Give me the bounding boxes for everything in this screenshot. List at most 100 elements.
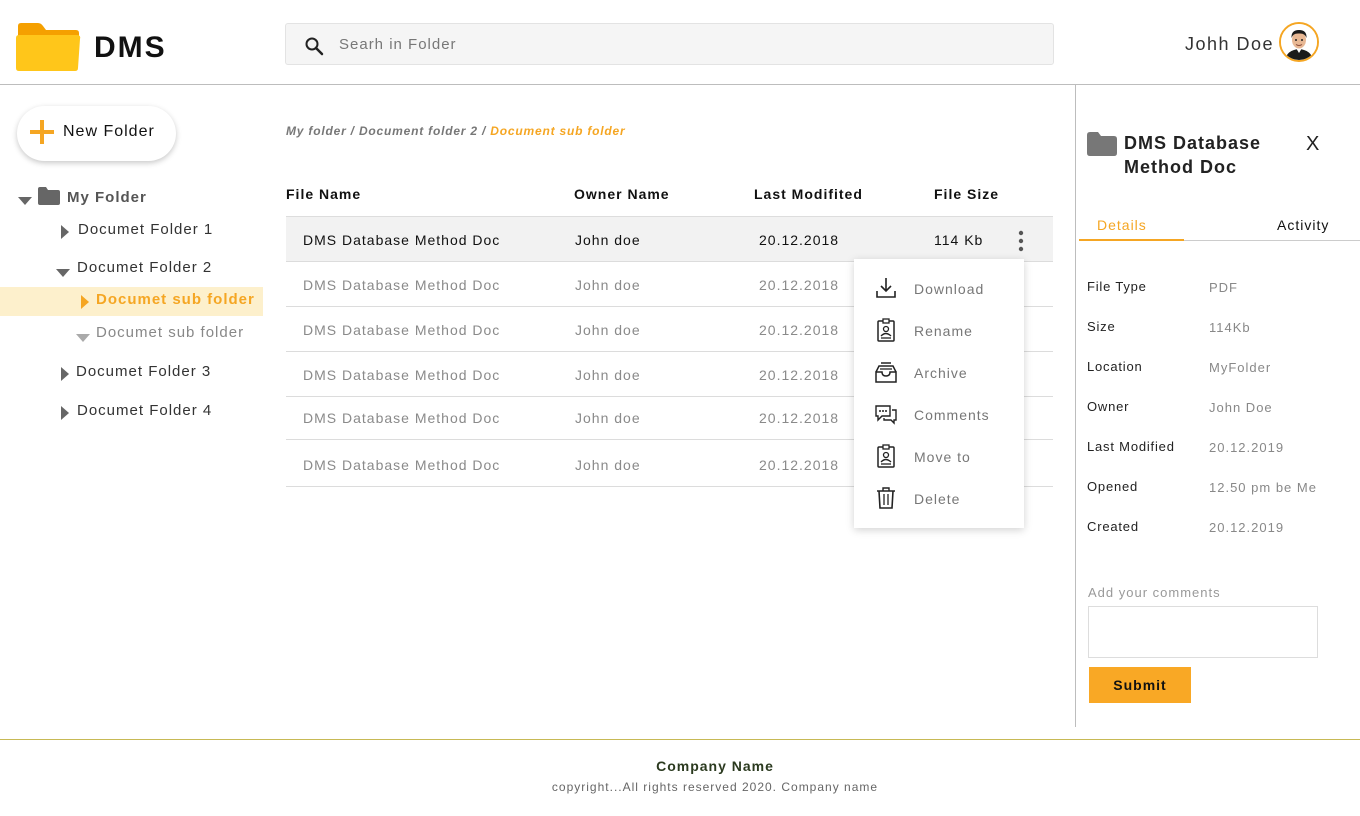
tree-item-label: Documet Folder 4 bbox=[77, 402, 213, 419]
detail-label: Opened bbox=[1087, 479, 1139, 494]
file-context-menu: Download Rename Archive Comments Move to… bbox=[854, 259, 1024, 528]
close-icon[interactable]: X bbox=[1306, 133, 1319, 156]
archive-icon bbox=[874, 360, 898, 384]
caret-right-icon[interactable] bbox=[80, 295, 92, 309]
menu-item-comments[interactable]: Comments bbox=[854, 396, 1024, 432]
owner-cell: John doe bbox=[575, 410, 641, 426]
comments-input[interactable] bbox=[1088, 606, 1318, 658]
column-header-file-size[interactable]: File Size bbox=[934, 186, 999, 202]
app-name: DMS bbox=[94, 31, 167, 64]
breadcrumb-path[interactable]: My folder / Document folder 2 / bbox=[286, 124, 486, 138]
comments-label: Add your comments bbox=[1088, 585, 1221, 600]
detail-label: Location bbox=[1087, 359, 1143, 374]
search-bar[interactable] bbox=[285, 23, 1054, 65]
column-header-file-name[interactable]: File Name bbox=[286, 186, 361, 202]
table-row[interactable]: DMS Database Method Doc John doe 20.12.2… bbox=[286, 217, 1053, 262]
file-name-cell: DMS Database Method Doc bbox=[303, 457, 501, 473]
tree-item-folder-3[interactable]: Documet Folder 3 bbox=[56, 359, 256, 387]
column-header-owner-name[interactable]: Owner Name bbox=[574, 186, 670, 202]
modified-cell: 20.12.2018 bbox=[759, 457, 840, 473]
menu-item-label: Delete bbox=[914, 491, 961, 507]
tree-item-label: Documet Folder 2 bbox=[77, 259, 213, 276]
detail-label: Owner bbox=[1087, 399, 1130, 414]
avatar-icon[interactable] bbox=[1279, 22, 1319, 62]
tree-item-my-folder[interactable]: My Folder bbox=[16, 183, 256, 211]
menu-item-label: Archive bbox=[914, 365, 968, 381]
tree-item-folder-4[interactable]: Documet Folder 4 bbox=[56, 398, 256, 426]
user-name: Johh Doe bbox=[1185, 34, 1275, 54]
detail-label: Last Modified bbox=[1087, 439, 1175, 454]
owner-cell: John doe bbox=[575, 367, 641, 383]
tree-item-folder-1[interactable]: Documet Folder 1 bbox=[56, 217, 256, 245]
rename-icon bbox=[874, 318, 898, 342]
detail-value: John Doe bbox=[1209, 400, 1273, 415]
search-icon[interactable] bbox=[304, 36, 324, 56]
menu-item-label: Download bbox=[914, 281, 985, 297]
footer-copyright: copyright...All rights reserved 2020. Co… bbox=[551, 780, 879, 794]
caret-down-icon[interactable] bbox=[56, 265, 70, 277]
tree-item-label: Documet sub folder bbox=[96, 324, 245, 341]
modified-cell: 20.12.2018 bbox=[759, 410, 840, 426]
caret-down-icon[interactable] bbox=[18, 193, 32, 205]
modified-cell: 20.12.2018 bbox=[759, 322, 840, 338]
file-name-cell: DMS Database Method Doc bbox=[303, 322, 501, 338]
caret-down-icon[interactable] bbox=[76, 330, 90, 342]
owner-cell: John doe bbox=[575, 457, 641, 473]
detail-label: Created bbox=[1087, 519, 1139, 534]
tree-item-label: Documet Folder 1 bbox=[78, 221, 214, 238]
column-header-last-modified[interactable]: Last Modifited bbox=[754, 186, 863, 202]
details-panel-divider bbox=[1075, 85, 1076, 727]
folder-icon bbox=[1087, 132, 1117, 156]
owner-cell: John doe bbox=[575, 277, 641, 293]
tree-item-sub-folder-selected[interactable]: Documet sub folder bbox=[0, 287, 263, 316]
footer-company-name: Company Name bbox=[656, 758, 774, 774]
tab-details[interactable]: Details bbox=[1097, 217, 1147, 233]
detail-value: 20.12.2019 bbox=[1209, 520, 1285, 535]
menu-item-rename[interactable]: Rename bbox=[854, 312, 1024, 348]
tab-activity[interactable]: Activity bbox=[1277, 217, 1329, 233]
folder-icon bbox=[38, 187, 60, 205]
menu-item-archive[interactable]: Archive bbox=[854, 354, 1024, 390]
delete-icon bbox=[874, 486, 898, 510]
folder-logo-icon bbox=[16, 22, 82, 72]
file-name-cell: DMS Database Method Doc bbox=[303, 410, 501, 426]
search-input[interactable] bbox=[339, 24, 1039, 64]
menu-item-download[interactable]: Download bbox=[854, 270, 1024, 306]
detail-value: MyFolder bbox=[1209, 360, 1272, 375]
breadcrumb: My folder / Document folder 2 / Document… bbox=[286, 124, 626, 138]
menu-item-move-to[interactable]: Move to bbox=[854, 438, 1024, 474]
tree-item-sub-folder[interactable]: Documet sub folder bbox=[76, 320, 266, 348]
tree-item-folder-2[interactable]: Documet Folder 2 bbox=[56, 255, 256, 283]
new-folder-label: New Folder bbox=[63, 123, 155, 140]
modified-cell: 20.12.2018 bbox=[759, 277, 840, 293]
submit-button[interactable]: Submit bbox=[1089, 667, 1191, 703]
plus-icon bbox=[29, 119, 55, 145]
detail-value: PDF bbox=[1209, 280, 1238, 295]
modified-cell: 20.12.2018 bbox=[759, 367, 840, 383]
menu-item-label: Comments bbox=[914, 407, 990, 423]
caret-right-icon[interactable] bbox=[60, 367, 72, 381]
detail-value: 20.12.2019 bbox=[1209, 440, 1285, 455]
detail-value: 114Kb bbox=[1209, 320, 1251, 335]
owner-cell: John doe bbox=[575, 322, 641, 338]
detail-label: Size bbox=[1087, 319, 1116, 334]
more-options-icon[interactable] bbox=[1011, 230, 1031, 252]
size-cell: 114 Kb bbox=[934, 232, 984, 248]
details-title: DMS Database Method Doc bbox=[1124, 133, 1262, 177]
new-folder-button[interactable]: New Folder bbox=[17, 106, 176, 161]
file-name-cell: DMS Database Method Doc bbox=[303, 367, 501, 383]
file-name-cell: DMS Database Method Doc bbox=[303, 232, 501, 248]
tree-item-label: Documet Folder 3 bbox=[76, 363, 212, 380]
footer-divider bbox=[0, 739, 1360, 740]
tree-item-label: My Folder bbox=[67, 189, 147, 206]
menu-item-delete[interactable]: Delete bbox=[854, 480, 1024, 516]
breadcrumb-current: Document sub folder bbox=[490, 124, 626, 138]
menu-item-label: Rename bbox=[914, 323, 973, 339]
app-header: DMS Johh Doe bbox=[0, 0, 1360, 85]
comments-icon bbox=[874, 402, 898, 426]
detail-label: File Type bbox=[1087, 279, 1147, 294]
caret-right-icon[interactable] bbox=[60, 406, 72, 420]
file-name-cell: DMS Database Method Doc bbox=[303, 277, 501, 293]
caret-right-icon[interactable] bbox=[60, 225, 72, 239]
tree-item-label: Documet sub folder bbox=[96, 291, 255, 308]
